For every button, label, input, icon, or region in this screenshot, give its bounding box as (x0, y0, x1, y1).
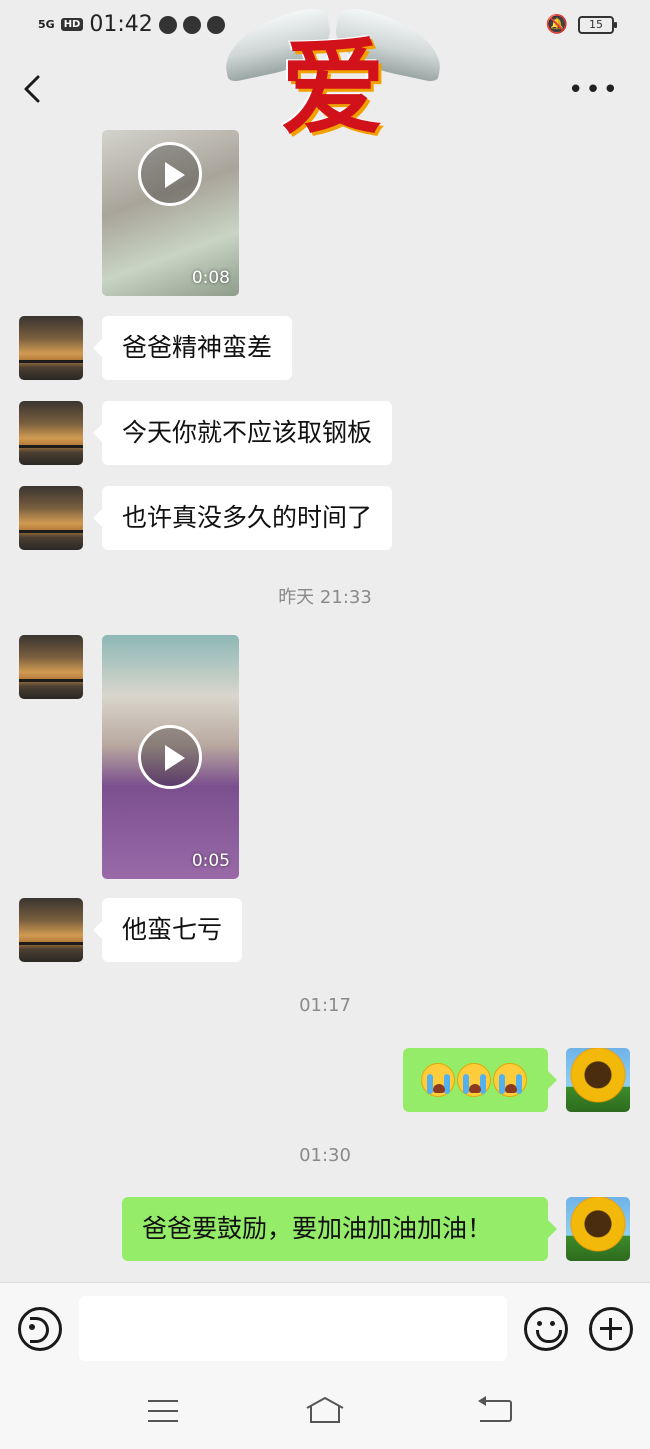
message-input[interactable] (79, 1296, 507, 1361)
avatar[interactable] (19, 401, 83, 465)
clock: 01:42 (89, 12, 153, 37)
play-icon[interactable] (138, 725, 202, 789)
system-nav (0, 1374, 650, 1449)
crying-face-icon (421, 1063, 455, 1097)
avatar[interactable] (19, 486, 83, 550)
bell-off-icon: 🔕 (545, 14, 568, 35)
love-logo: 爱 (217, 5, 449, 156)
play-icon[interactable] (138, 142, 202, 206)
love-char: 爱 (280, 26, 385, 149)
timestamp: 01:30 (299, 1145, 351, 1166)
emoji-row (421, 1048, 530, 1112)
message-icon (158, 15, 177, 34)
message-bubble[interactable]: 今天你就不应该取钢板 (92, 401, 393, 465)
menu-icon[interactable] (148, 1400, 178, 1422)
status-right: 🔕 15 (545, 14, 617, 35)
message-bubble[interactable]: 也许真没多久的时间了 (92, 486, 393, 550)
timestamp: 01:17 (299, 995, 351, 1016)
back-icon[interactable] (478, 1396, 512, 1422)
crying-face-icon (457, 1063, 491, 1097)
avatar[interactable] (19, 635, 83, 699)
status-left: 5G HD 01:42 (38, 12, 225, 37)
message-bubble[interactable]: 爸爸精神蛮差 (92, 316, 293, 380)
emoji-icon[interactable] (524, 1307, 568, 1351)
crying-face-icon (493, 1063, 527, 1097)
message-bubble[interactable]: 爸爸要鼓励，要加油加油加油！ (122, 1197, 557, 1261)
avatar[interactable] (19, 316, 83, 380)
chevron-left-icon[interactable] (22, 74, 44, 104)
video-duration: 0:08 (191, 268, 230, 288)
timestamp: 昨天 21:33 (278, 587, 372, 608)
battery-icon: 15 (578, 15, 617, 34)
voice-icon[interactable] (18, 1307, 62, 1351)
avatar[interactable] (19, 898, 83, 962)
network-indicator: 5G (38, 18, 55, 31)
input-bar (0, 1282, 650, 1374)
plus-icon[interactable] (589, 1307, 633, 1351)
hd-badge: HD (60, 18, 84, 31)
my-avatar[interactable] (566, 1048, 630, 1112)
my-avatar[interactable] (566, 1197, 630, 1261)
message-bubble[interactable]: 他蛮七亏 (92, 898, 243, 962)
more-dots-icon[interactable]: ••• (568, 77, 620, 103)
alipay-icon (182, 15, 201, 34)
video-message[interactable]: 0:05 (102, 635, 239, 879)
video-message[interactable]: 0:08 (102, 130, 239, 296)
video-duration: 0:05 (191, 851, 230, 871)
emoji-message-bubble[interactable] (403, 1048, 557, 1112)
home-icon[interactable] (305, 1396, 345, 1424)
